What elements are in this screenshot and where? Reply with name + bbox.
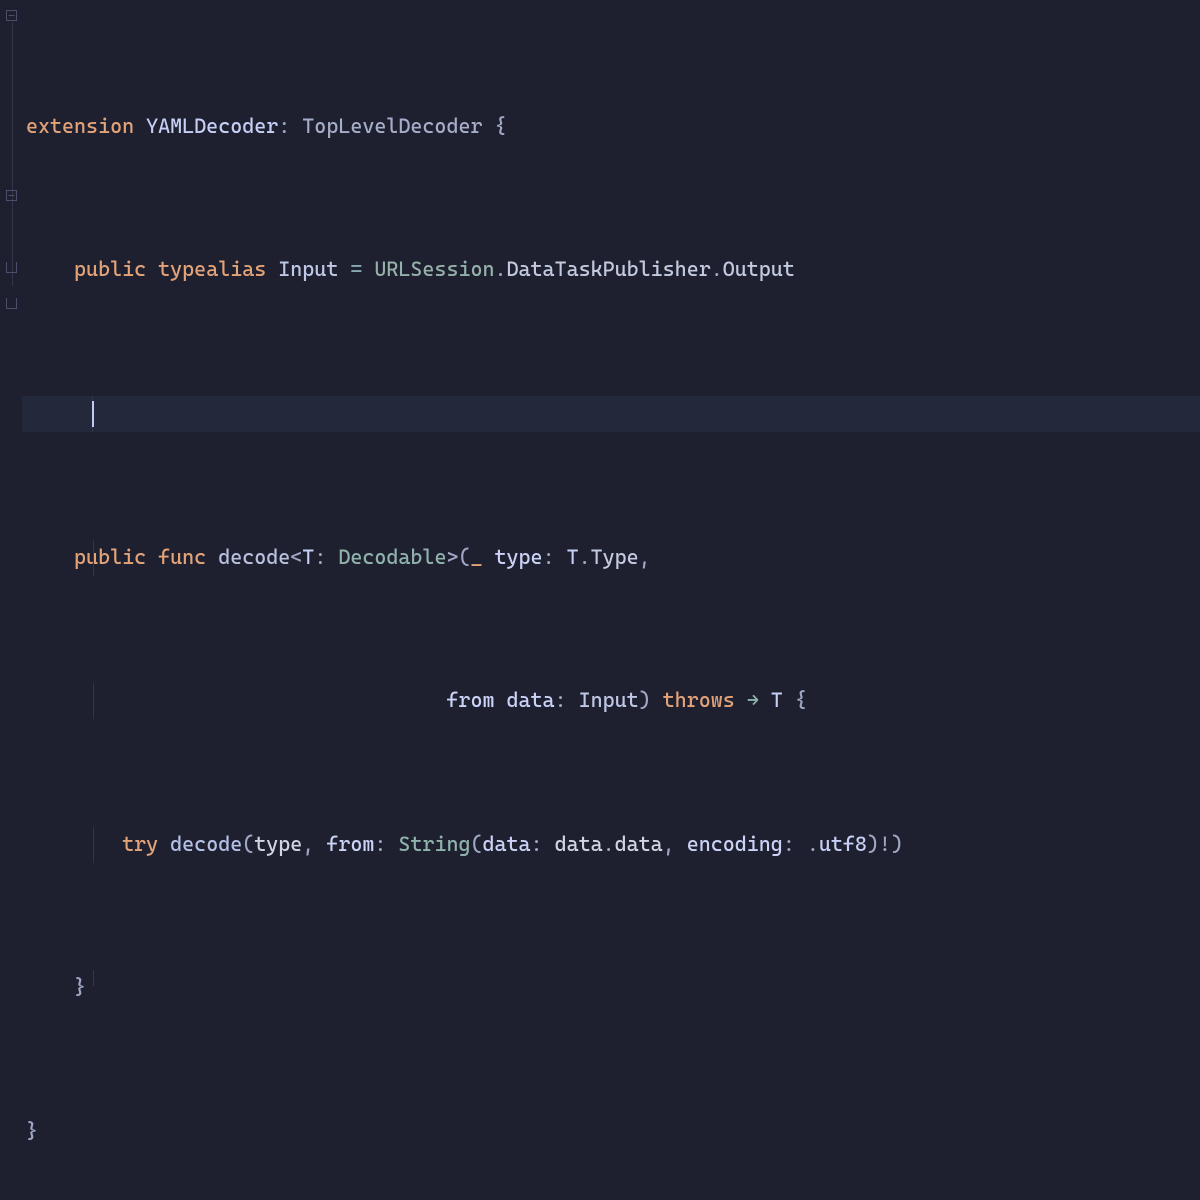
- type-name: Type: [591, 540, 639, 576]
- function-call: decode: [170, 827, 242, 863]
- punctuation: }: [74, 970, 86, 1006]
- struct-end-icon: [4, 296, 18, 310]
- code-line[interactable]: try decode(type, from: String(data: data…: [22, 827, 1200, 863]
- punctuation: :: [314, 540, 326, 576]
- code-line[interactable]: from data: Input) throws → T {: [22, 683, 1200, 719]
- operator: =: [350, 252, 362, 288]
- type-name: String: [398, 827, 470, 863]
- punctuation: (: [458, 540, 470, 576]
- code-line[interactable]: extension YAMLDecoder: TopLevelDecoder {: [22, 109, 1200, 145]
- punctuation: (: [470, 827, 482, 863]
- keyword: try: [122, 827, 158, 863]
- type-name: URLSession: [374, 252, 494, 288]
- punctuation: .: [807, 827, 819, 863]
- fold-toggle-icon[interactable]: [4, 188, 18, 202]
- code-line-active[interactable]: [22, 396, 1200, 432]
- keyword: func: [158, 540, 206, 576]
- type-name: Output: [723, 252, 795, 288]
- generic-param: T: [302, 540, 314, 576]
- indent-guide: [93, 827, 94, 863]
- punctuation: .: [603, 827, 615, 863]
- punctuation: .: [495, 252, 507, 288]
- punctuation: .: [579, 540, 591, 576]
- keyword: extension: [26, 109, 134, 145]
- keyword: public: [74, 252, 146, 288]
- punctuation: :: [374, 827, 386, 863]
- param-label: type: [495, 540, 543, 576]
- type-name: T: [771, 683, 783, 719]
- type-name: YAMLDecoder: [146, 109, 278, 145]
- punctuation: ): [891, 827, 903, 863]
- punctuation: :: [543, 540, 555, 576]
- keyword: typealias: [158, 252, 266, 288]
- keyword: throws: [663, 683, 735, 719]
- punctuation: (: [242, 827, 254, 863]
- punctuation: }: [26, 1114, 38, 1150]
- punctuation: >: [446, 540, 458, 576]
- punctuation: ): [867, 827, 879, 863]
- gutter: [0, 0, 22, 600]
- code-line[interactable]: }: [22, 970, 1200, 1006]
- code-editor[interactable]: extension YAMLDecoder: TopLevelDecoder {…: [0, 0, 1200, 600]
- type-name: Input: [579, 683, 639, 719]
- arg-label: encoding: [687, 827, 783, 863]
- operator: !: [879, 827, 891, 863]
- fold-toggle-icon[interactable]: [4, 8, 18, 22]
- punctuation: :: [783, 827, 795, 863]
- punctuation: ,: [663, 827, 675, 863]
- punctuation: {: [795, 683, 807, 719]
- protocol-name: Decodable: [338, 540, 446, 576]
- punctuation: :: [278, 109, 290, 145]
- punctuation: :: [531, 827, 543, 863]
- identifier: data: [555, 827, 603, 863]
- struct-end-icon: [4, 260, 18, 274]
- code-line[interactable]: }: [22, 1114, 1200, 1150]
- indent-guide: [93, 683, 94, 719]
- code-area[interactable]: extension YAMLDecoder: TopLevelDecoder {…: [22, 0, 1200, 600]
- indent-guide: [93, 540, 94, 576]
- text-cursor: [92, 401, 94, 427]
- punctuation: {: [495, 109, 507, 145]
- keyword: public: [74, 540, 146, 576]
- fold-guide-line: [12, 22, 13, 286]
- operator: →: [747, 683, 759, 719]
- punctuation: <: [290, 540, 302, 576]
- param-label: from: [446, 683, 494, 719]
- punctuation: .: [711, 252, 723, 288]
- arg-label: data: [483, 827, 531, 863]
- code-line[interactable]: public func decode<T: Decodable>(_ type:…: [22, 540, 1200, 576]
- argument: type: [254, 827, 302, 863]
- type-name: Input: [278, 252, 338, 288]
- wildcard: _: [470, 540, 482, 576]
- punctuation: :: [555, 683, 567, 719]
- enum-case: utf8: [819, 827, 867, 863]
- punctuation: ,: [639, 540, 651, 576]
- type-name: TopLevelDecoder: [302, 109, 482, 145]
- param-name: data: [506, 683, 554, 719]
- function-name: decode: [218, 540, 290, 576]
- indent-guide: [93, 970, 94, 986]
- type-name: DataTaskPublisher: [507, 252, 711, 288]
- punctuation: ,: [302, 827, 314, 863]
- type-name: T: [567, 540, 579, 576]
- code-line[interactable]: public typealias Input = URLSession.Data…: [22, 252, 1200, 288]
- property: data: [615, 827, 663, 863]
- punctuation: ): [639, 683, 651, 719]
- arg-label: from: [326, 827, 374, 863]
